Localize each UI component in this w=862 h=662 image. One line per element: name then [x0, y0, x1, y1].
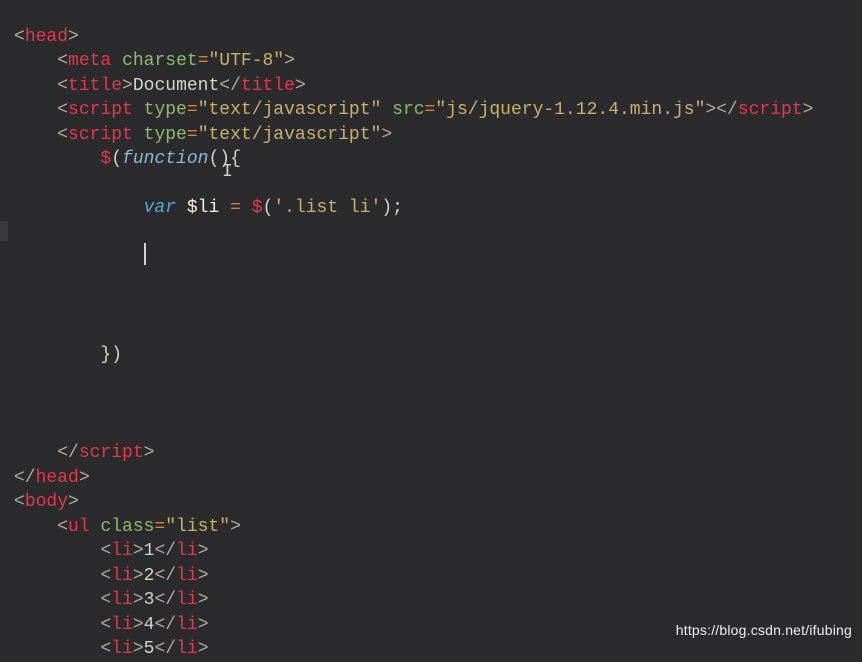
gutter-highlight: [0, 221, 8, 241]
code-line: </script>: [14, 443, 154, 463]
code-line: <meta charset="UTF-8">: [14, 51, 295, 71]
code-line: </head>: [14, 468, 90, 488]
code-line: [14, 296, 25, 316]
code-line: [14, 321, 25, 341]
code-line: [14, 272, 25, 292]
watermark-text: https://blog.csdn.net/ifubing: [676, 618, 852, 643]
code-line: <body>: [14, 492, 79, 512]
code-line: var $li = $('.list li');: [14, 198, 403, 218]
code-line: <script type="text/javascript">: [14, 125, 392, 145]
code-line: <li>4</li>: [14, 615, 209, 635]
code-line: <li>5</li>: [14, 639, 209, 659]
code-line: }): [14, 345, 122, 365]
code-line: <li>3</li>: [14, 590, 209, 610]
code-line: [14, 223, 25, 243]
code-line: [14, 247, 146, 267]
code-line: <li>2</li>: [14, 566, 209, 586]
code-line: [14, 370, 25, 390]
text-caret-icon: I: [222, 160, 233, 185]
cursor-icon: [144, 243, 146, 265]
code-line: <li>1</li>: [14, 541, 209, 561]
code-line: [14, 394, 25, 414]
code-line: <ul class="list">: [14, 517, 241, 537]
code-line: <head>: [14, 27, 79, 47]
code-line: [14, 419, 25, 439]
code-editor[interactable]: <head> <meta charset="UTF-8"> <title>Doc…: [14, 0, 862, 662]
code-line: <title>Document</title>: [14, 76, 306, 96]
code-line: <script type="text/javascript" src="js/j…: [14, 100, 813, 120]
code-line: I: [14, 174, 230, 194]
code-line: $(function(){: [14, 149, 241, 169]
